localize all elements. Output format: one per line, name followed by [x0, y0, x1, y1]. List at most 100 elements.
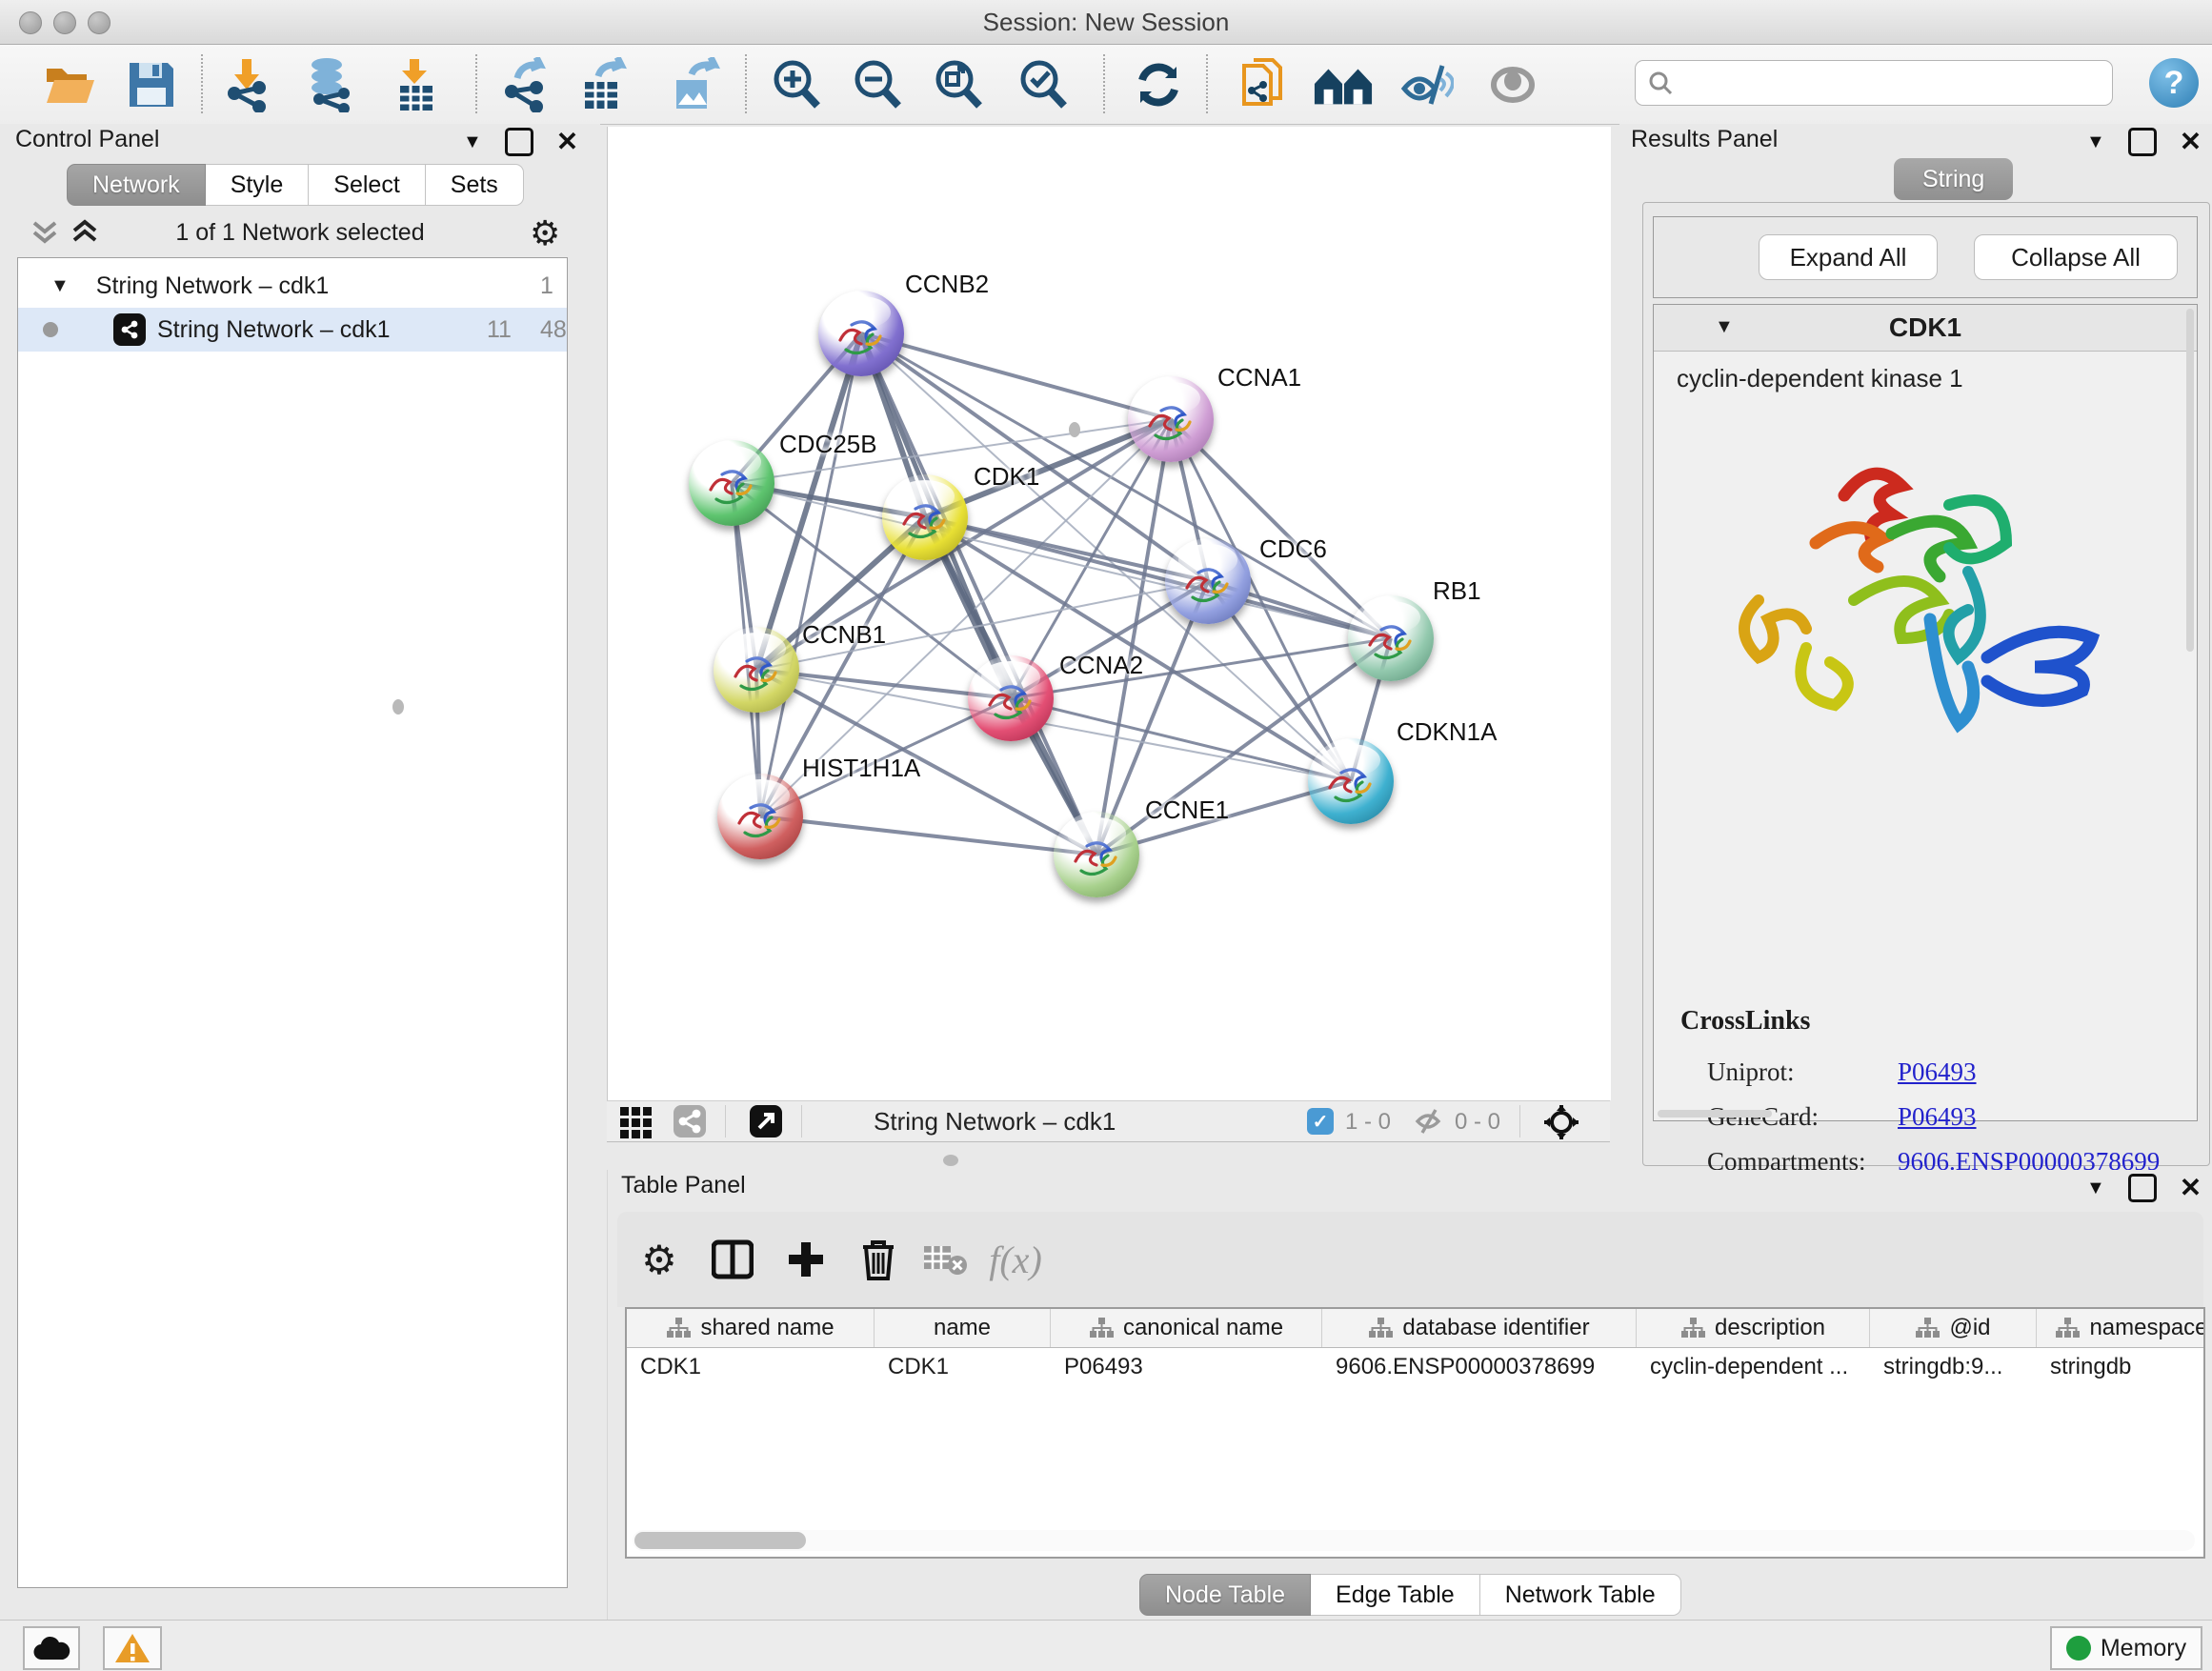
zoom-out-button[interactable]: [847, 58, 908, 111]
network-options-gear-icon[interactable]: ⚙: [530, 213, 560, 253]
zoom-in-button[interactable]: [766, 58, 827, 111]
warnings-button[interactable]: [103, 1626, 162, 1670]
fit-content-button[interactable]: [928, 58, 989, 111]
network-node-RB1[interactable]: [1348, 595, 1434, 681]
entry-header[interactable]: ▼ CDK1: [1654, 305, 2197, 352]
import-network-from-file-button[interactable]: [217, 58, 278, 111]
table-horizontal-scrollbar[interactable]: [633, 1530, 2195, 1551]
table-row[interactable]: CDK1CDK1P064939606.ENSP00000378699cyclin…: [627, 1348, 2203, 1386]
table-cell[interactable]: P06493: [1051, 1348, 1322, 1386]
scrollbar-thumb[interactable]: [634, 1532, 806, 1549]
tab-select[interactable]: Select: [309, 164, 425, 206]
network-node-CCNB2[interactable]: [818, 291, 904, 376]
splitter-handle[interactable]: [1069, 422, 1080, 437]
tab-style[interactable]: Style: [206, 164, 310, 206]
export-network-button[interactable]: [496, 58, 557, 111]
tab-edge-table[interactable]: Edge Table: [1311, 1574, 1480, 1616]
selected-checkbox-icon[interactable]: ✓: [1307, 1108, 1334, 1135]
network-node-HIST1H1A[interactable]: [717, 774, 803, 859]
tab-network[interactable]: Network: [67, 164, 206, 206]
network-share-icon[interactable]: [674, 1105, 706, 1142]
export-image-button[interactable]: [664, 58, 725, 111]
birds-eye-view-icon[interactable]: [620, 1107, 652, 1138]
hide-selected-button[interactable]: [1396, 58, 1457, 111]
control-panel-float-icon[interactable]: [505, 128, 533, 156]
network-node-CCNA2[interactable]: [968, 655, 1054, 741]
network-collection-row[interactable]: ▼ String Network – cdk1 1: [18, 264, 567, 308]
function-builder-icon[interactable]: f(x): [991, 1235, 1040, 1284]
splitter-handle[interactable]: [392, 699, 404, 715]
network-edge[interactable]: [760, 816, 1096, 855]
network-row[interactable]: String Network – cdk1 11 48: [18, 308, 567, 352]
table-cell[interactable]: cyclin-dependent ...: [1637, 1348, 1870, 1386]
first-neighbors-button[interactable]: [1313, 58, 1374, 111]
copy-current-style-button[interactable]: [1234, 58, 1295, 111]
column-header-name[interactable]: name: [875, 1309, 1051, 1347]
table-panel-menu-icon[interactable]: ▼: [2086, 1178, 2105, 1199]
center-view-crosshair-icon[interactable]: [1542, 1103, 1580, 1146]
column-header-canonical-name[interactable]: canonical name: [1051, 1309, 1322, 1347]
splitter-handle[interactable]: [943, 1155, 958, 1166]
tab-sets[interactable]: Sets: [426, 164, 524, 206]
tab-node-table[interactable]: Node Table: [1139, 1574, 1311, 1616]
collapse-all-button[interactable]: Collapse All: [1974, 234, 2178, 280]
export-table-button[interactable]: [573, 58, 633, 111]
import-network-from-database-button[interactable]: [299, 58, 360, 111]
delete-column-trash-icon[interactable]: [854, 1235, 903, 1284]
network-node-CDKN1A[interactable]: [1308, 738, 1394, 824]
column-header-description[interactable]: description: [1637, 1309, 1870, 1347]
tab-network-table[interactable]: Network Table: [1480, 1574, 1681, 1616]
node-gloss-highlight: [1141, 382, 1200, 414]
table-cell[interactable]: CDK1: [875, 1348, 1051, 1386]
results-vertical-scrollbar[interactable]: [2186, 309, 2194, 652]
control-panel-menu-icon[interactable]: ▼: [463, 131, 482, 153]
crosslink-value-link[interactable]: P06493: [1898, 1102, 1977, 1132]
delete-table-icon[interactable]: [920, 1235, 970, 1284]
table-options-gear-icon[interactable]: ⚙: [634, 1235, 684, 1284]
open-in-new-window-icon[interactable]: [750, 1105, 782, 1142]
export-image-icon: [669, 57, 720, 112]
show-columns-icon[interactable]: [708, 1235, 757, 1284]
open-session-button[interactable]: [40, 58, 101, 111]
search-input[interactable]: [1674, 63, 2112, 103]
save-session-button[interactable]: [121, 58, 182, 111]
network-node-CCNA1[interactable]: [1128, 376, 1214, 462]
node-gloss-highlight: [731, 779, 790, 812]
results-tab-string[interactable]: String: [1894, 158, 2013, 200]
table-cell[interactable]: stringdb:9...: [1870, 1348, 2037, 1386]
create-column-plus-icon[interactable]: [781, 1235, 831, 1284]
crosslink-value-link[interactable]: P06493: [1898, 1057, 1977, 1087]
node-label-CDC6: CDC6: [1259, 534, 1327, 564]
results-panel-close-icon[interactable]: ✕: [2180, 131, 2202, 153]
refresh-button[interactable]: [1128, 58, 1189, 111]
expand-all-button[interactable]: Expand All: [1759, 234, 1938, 280]
import-table-from-file-button[interactable]: [385, 58, 446, 111]
results-panel-float-icon[interactable]: [2128, 128, 2157, 156]
results-horizontal-scrollbar[interactable]: [1658, 1110, 1772, 1117]
results-panel-menu-icon[interactable]: ▼: [2086, 131, 2105, 153]
table-panel-close-icon[interactable]: ✕: [2180, 1177, 2202, 1199]
network-node-CDC6[interactable]: [1165, 538, 1251, 624]
network-node-CCNB1[interactable]: [714, 627, 799, 713]
table-panel-float-icon[interactable]: [2128, 1174, 2157, 1202]
table-cell[interactable]: CDK1: [627, 1348, 875, 1386]
column-header-shared-name[interactable]: shared name: [627, 1309, 875, 1347]
network-node-CCNE1[interactable]: [1054, 812, 1139, 897]
column-header-@id[interactable]: @id: [1870, 1309, 2037, 1347]
network-node-CDC25B[interactable]: [689, 440, 774, 526]
collection-expand-icon[interactable]: ▼: [50, 275, 70, 297]
network-node-CDK1[interactable]: [882, 474, 968, 560]
help-button[interactable]: ?: [2149, 58, 2199, 108]
table-cell[interactable]: 9606.ENSP00000378699: [1322, 1348, 1637, 1386]
memory-button[interactable]: Memory: [2050, 1626, 2202, 1670]
table-cell[interactable]: stringdb: [2037, 1348, 2205, 1386]
zoom-selected-button[interactable]: [1013, 58, 1074, 111]
network-view-canvas[interactable]: CCNB2CCNA1CDC25BCDK1CDC6RB1CCNB1CCNA2CDK…: [607, 127, 1611, 1100]
network-edge[interactable]: [760, 333, 861, 816]
show-all-button[interactable]: [1482, 58, 1543, 111]
column-header-database-identifier[interactable]: database identifier: [1322, 1309, 1637, 1347]
control-panel-close-icon[interactable]: ✕: [556, 131, 578, 153]
cloud-button[interactable]: [23, 1626, 80, 1670]
column-header-namespace[interactable]: namespace: [2037, 1309, 2205, 1347]
hidden-eye-icon[interactable]: [1415, 1107, 1445, 1140]
